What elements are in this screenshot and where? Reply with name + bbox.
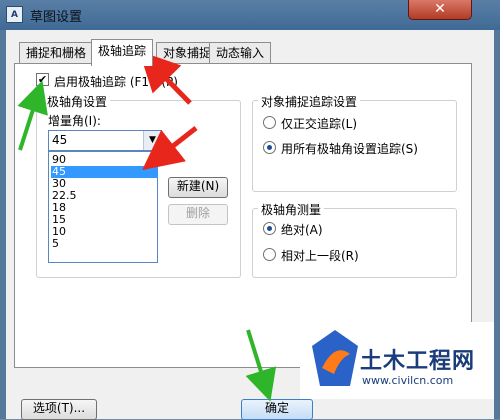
annotation-arrows: [17, 50, 277, 402]
tab-polar-tracking[interactable]: 极轴追踪: [91, 39, 154, 66]
green-arrow-ok: [245, 329, 277, 402]
red-arrow-list: [142, 126, 198, 171]
green-arrow-checkbox: [17, 80, 48, 151]
